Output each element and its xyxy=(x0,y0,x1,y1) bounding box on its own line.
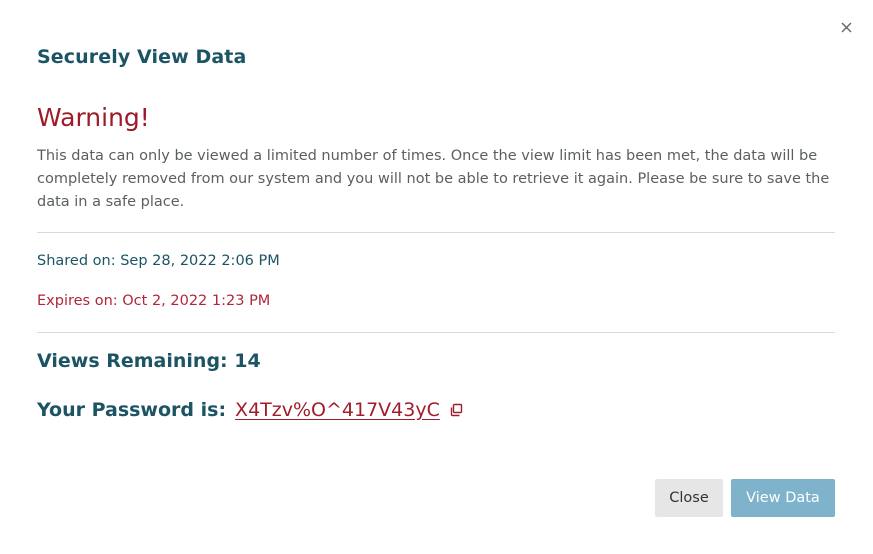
divider xyxy=(37,332,835,333)
close-icon[interactable] xyxy=(836,17,856,37)
password-value[interactable]: X4Tzv%O^417V43yC xyxy=(235,399,440,421)
shared-date: Shared on: Sep 28, 2022 2:06 PM xyxy=(37,253,280,269)
password-row: Your Password is: X4Tzv%O^417V43yC xyxy=(37,399,463,421)
modal-title: Securely View Data xyxy=(37,46,247,68)
view-data-button[interactable]: View Data xyxy=(731,479,835,517)
warning-heading: Warning! xyxy=(37,103,150,132)
divider xyxy=(37,232,835,233)
warning-text: This data can only be viewed a limited n… xyxy=(37,148,830,210)
copy-icon[interactable] xyxy=(449,403,463,417)
close-button[interactable]: Close xyxy=(655,479,723,517)
secure-view-modal: Securely View Data Warning! This data ca… xyxy=(0,0,873,554)
views-remaining: Views Remaining: 14 xyxy=(37,350,261,372)
password-label: Your Password is: xyxy=(37,399,227,421)
expires-date: Expires on: Oct 2, 2022 1:23 PM xyxy=(37,293,271,309)
